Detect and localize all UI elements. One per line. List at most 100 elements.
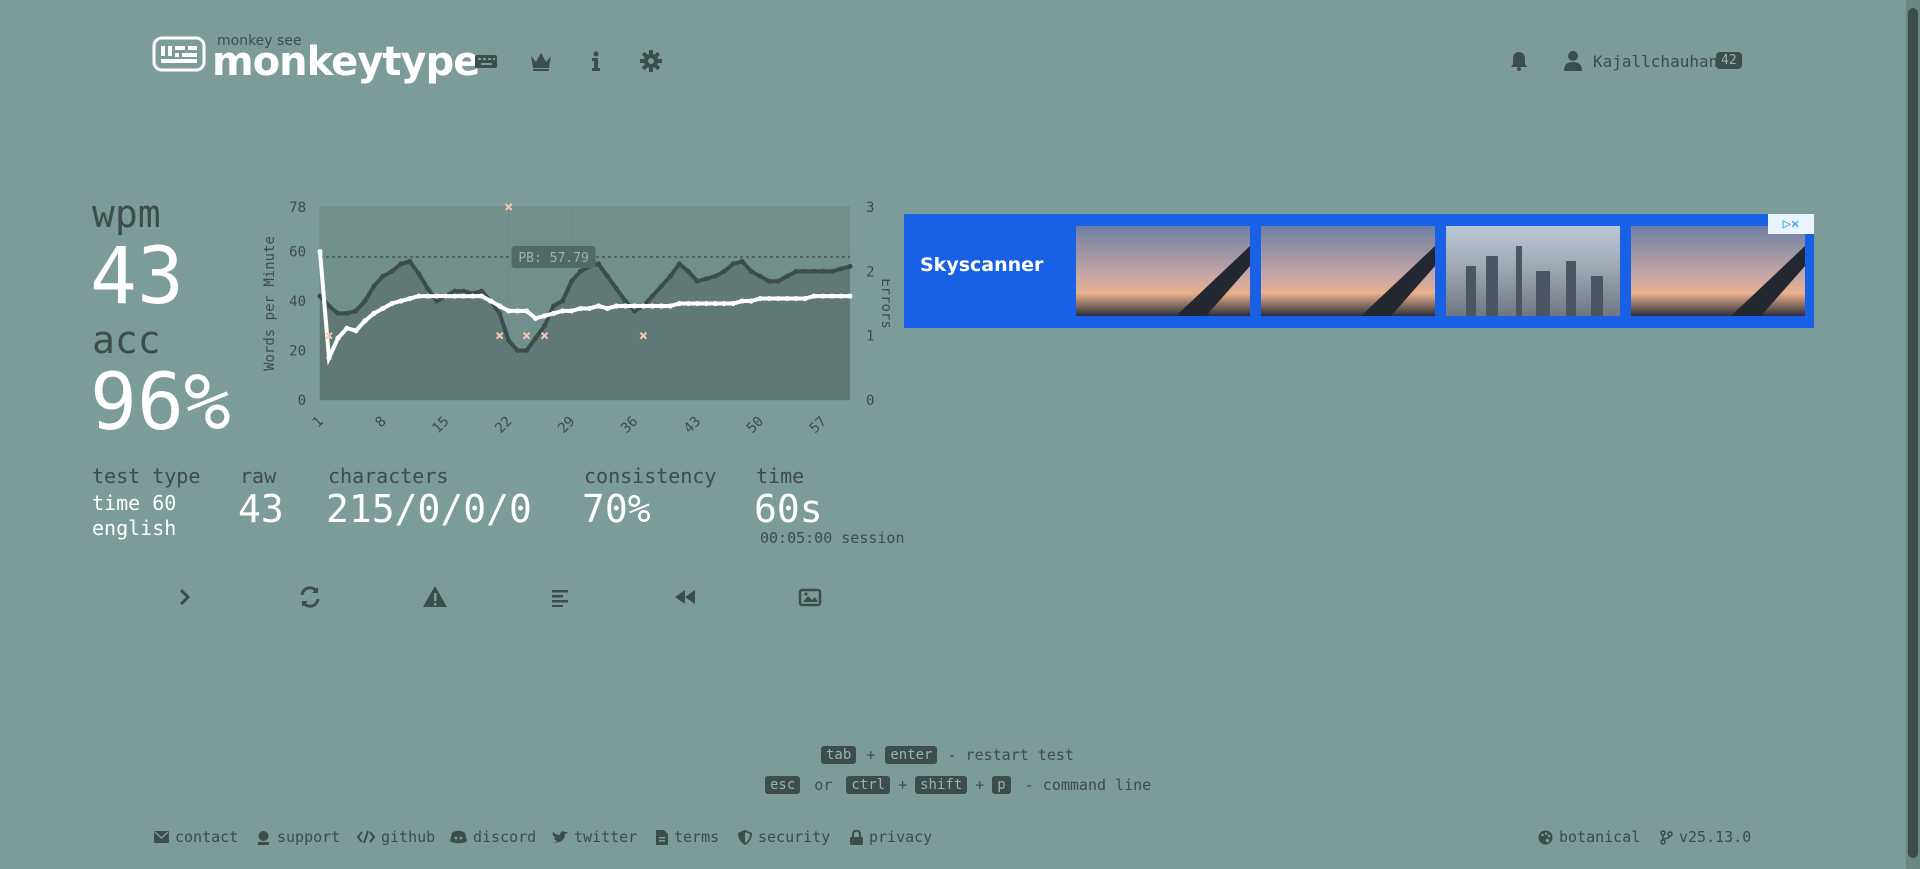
bell-icon[interactable] xyxy=(1508,50,1530,76)
footer-github-label[interactable]: github xyxy=(381,828,435,846)
ad-banner[interactable]: Skyscanner ▷✕ xyxy=(904,214,1814,328)
key-ctrl: ctrl xyxy=(846,776,891,794)
chart-raw-point xyxy=(766,278,772,284)
keyboard-icon[interactable] xyxy=(473,48,499,74)
chart-wpm-point xyxy=(335,335,341,341)
save-screenshot-button[interactable] xyxy=(795,582,825,612)
wpm-label: wpm xyxy=(92,192,161,236)
chart-raw-point xyxy=(802,268,808,274)
chart-y-tick-label: 78 xyxy=(289,200,306,216)
ad-image[interactable] xyxy=(1076,226,1250,316)
footer-support-label[interactable]: support xyxy=(277,828,340,846)
chart-wpm-point xyxy=(506,308,512,314)
shortcut-restart-text: - restart test xyxy=(947,746,1074,764)
ad-image[interactable] xyxy=(1261,226,1435,316)
chart-wpm-point xyxy=(622,303,629,309)
chart-raw-point xyxy=(479,288,485,294)
chart-wpm-point xyxy=(649,303,655,309)
chart-wpm-point xyxy=(568,308,575,314)
file-icon xyxy=(656,829,668,845)
logo-icon[interactable] xyxy=(152,36,206,80)
chart-wpm-point xyxy=(757,295,763,302)
chart-wpm-point xyxy=(802,295,808,302)
footer-contact-label[interactable]: contact xyxy=(175,828,238,846)
user-icon[interactable] xyxy=(1563,50,1583,76)
key-shift: shift xyxy=(915,776,968,794)
chart-wpm-point xyxy=(784,295,790,302)
footer-terms[interactable]: terms xyxy=(656,828,719,846)
chart-y2-axis-label: Errors xyxy=(878,278,890,329)
chart-y2-tick-label: 0 xyxy=(866,393,874,409)
chart-raw-point xyxy=(712,273,718,279)
chart-y-tick-label: 40 xyxy=(289,294,306,310)
scrollbar-thumb[interactable] xyxy=(1908,8,1918,858)
chart-wpm-point xyxy=(748,298,754,304)
chart-wpm-point xyxy=(712,300,718,307)
footer-discord-label[interactable]: discord xyxy=(473,828,536,846)
chart-raw-point xyxy=(515,348,521,354)
chart-raw-point xyxy=(353,308,359,314)
chart-raw-point xyxy=(730,261,736,267)
footer-privacy[interactable]: privacy xyxy=(850,828,932,846)
crown-icon[interactable] xyxy=(528,48,554,74)
chart-x-tick-label: 43 xyxy=(681,414,704,437)
gear-icon[interactable] xyxy=(638,48,664,74)
chart-raw-point xyxy=(649,293,655,299)
chart-wpm-point xyxy=(766,295,772,302)
logo-text[interactable]: monkeytype xyxy=(212,40,480,84)
footer-terms-label[interactable]: terms xyxy=(674,828,719,846)
footer-version[interactable]: v25.13.0 xyxy=(1660,828,1751,846)
ad-brand[interactable]: Skyscanner xyxy=(920,254,1043,276)
chart-y-tick-label: 0 xyxy=(298,393,306,409)
chart-wpm-point xyxy=(371,310,377,316)
restart-test-button[interactable] xyxy=(295,582,325,612)
words-history-button[interactable] xyxy=(545,582,575,612)
chart-wpm-point xyxy=(613,303,620,309)
footer-twitter[interactable]: twitter xyxy=(552,828,637,846)
chart-raw-point xyxy=(344,310,350,316)
key-esc: esc xyxy=(765,776,801,794)
chart-wpm-point xyxy=(443,293,449,299)
raw-label: raw xyxy=(240,464,277,488)
footer-security-label[interactable]: security xyxy=(758,828,830,846)
info-icon[interactable] xyxy=(583,48,609,74)
chart-raw-point xyxy=(461,288,467,294)
chart-raw-point xyxy=(595,261,601,267)
chart-wpm-point xyxy=(577,305,584,312)
acc-label: acc xyxy=(92,318,161,362)
footer-security[interactable]: security xyxy=(738,828,830,846)
footer-support[interactable]: support xyxy=(256,828,340,846)
chart-raw-point xyxy=(721,268,727,274)
chart-raw-point xyxy=(694,278,700,284)
ad-image[interactable] xyxy=(1446,226,1620,316)
footer-discord[interactable]: discord xyxy=(450,828,536,846)
report-issue-button[interactable] xyxy=(420,582,450,612)
footer-privacy-label[interactable]: privacy xyxy=(869,828,932,846)
ad-image[interactable] xyxy=(1631,226,1805,316)
footer-github[interactable]: github xyxy=(357,828,435,846)
envelope-icon xyxy=(154,831,169,843)
chart-raw-point xyxy=(775,278,781,284)
footer-theme[interactable]: botanical xyxy=(1538,828,1640,846)
chart-raw-point xyxy=(380,273,386,279)
footer-theme-label[interactable]: botanical xyxy=(1559,828,1640,846)
footer-twitter-label[interactable]: twitter xyxy=(574,828,637,846)
next-test-button[interactable] xyxy=(170,582,200,612)
branch-icon xyxy=(1660,829,1673,845)
chart-raw-point xyxy=(667,273,673,279)
plus-sign: + xyxy=(975,776,985,794)
chart-wpm-point xyxy=(488,298,494,304)
time-label: time xyxy=(756,464,805,488)
shortcut-hint-restart: tab + enter - restart test xyxy=(821,746,1074,764)
chart-x-tick-label: 22 xyxy=(492,414,515,437)
chart-raw-point xyxy=(497,310,503,316)
chart-wpm-point xyxy=(631,303,638,309)
chart-wpm-point xyxy=(532,315,539,321)
footer-contact[interactable]: contact xyxy=(154,828,238,846)
chart-raw-point xyxy=(820,268,826,274)
code-icon xyxy=(357,830,375,844)
user-name[interactable]: Kajallchauhan xyxy=(1593,52,1718,71)
ad-close-button[interactable]: ▷✕ xyxy=(1768,214,1814,234)
replay-button[interactable] xyxy=(670,582,700,612)
footer-version-label[interactable]: v25.13.0 xyxy=(1679,828,1751,846)
